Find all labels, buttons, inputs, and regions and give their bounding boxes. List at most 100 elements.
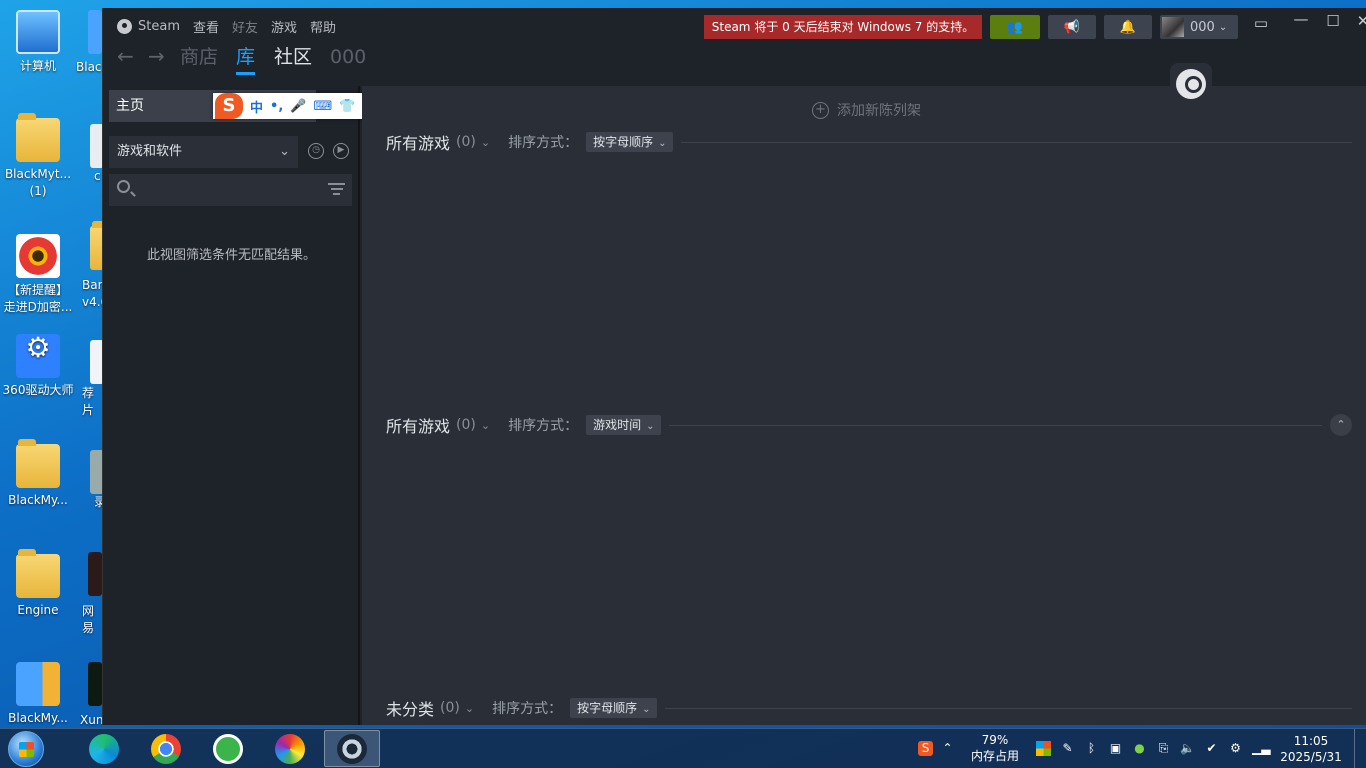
desktop-icon-image[interactable]: 【新提醒】 走进D加密...: [0, 234, 76, 316]
desktop-icon-peek[interactable]: [88, 10, 102, 54]
taskbar-app-steam[interactable]: [324, 730, 380, 767]
menu-steam[interactable]: Steam: [138, 19, 180, 34]
maximize-button[interactable]: ☐: [1323, 12, 1343, 30]
windows-flag-icon[interactable]: [1036, 741, 1051, 756]
tab-user-profile[interactable]: 000: [330, 44, 366, 70]
shelf-divider: [669, 424, 1322, 426]
show-desktop-button[interactable]: [1354, 729, 1366, 768]
desktop-icon-folder[interactable]: BlackMy...: [0, 439, 76, 509]
play-icon[interactable]: ▶: [333, 143, 349, 159]
desktop-icon-label: Engine: [17, 603, 59, 617]
forward-button[interactable]: →: [148, 44, 165, 68]
account-menu-button[interactable]: 000 ⌄: [1160, 15, 1238, 39]
folder-icon: [16, 439, 60, 488]
steam-overlay-badge[interactable]: [1170, 63, 1212, 105]
search-input[interactable]: [139, 178, 319, 202]
tab-store[interactable]: 商店: [180, 44, 218, 70]
minimize-button[interactable]: —: [1291, 10, 1311, 28]
taskbar-app-colorful[interactable]: [262, 730, 318, 767]
desktop-icon-360-driver[interactable]: 360驱动大师: [0, 334, 76, 399]
folder-icon: [16, 113, 60, 162]
steam-window: Steam 查看 好友 游戏 帮助 Steam 将于 0 天后结束对 Windo…: [102, 8, 1366, 725]
ime-punctuation-toggle[interactable]: •,: [270, 99, 283, 114]
tool-tray-icon[interactable]: ✎: [1060, 741, 1075, 756]
desktop-icon-label: BlackMy...: [8, 711, 68, 725]
bluetooth-icon[interactable]: ᛒ: [1084, 741, 1099, 756]
browser-e-icon: [213, 733, 243, 764]
win7-support-notice[interactable]: Steam 将于 0 天后结束对 Windows 7 的支持。: [704, 15, 982, 39]
sort-dropdown[interactable]: 按字母顺序 ⌄: [570, 698, 658, 718]
sogou-tray-icon[interactable]: S: [918, 741, 933, 756]
advanced-filter-icon[interactable]: [328, 183, 345, 198]
edge-icon: [89, 733, 119, 764]
taskbar-app-chrome[interactable]: [138, 730, 194, 767]
folder-icon: [16, 549, 60, 598]
memory-percent: 79%: [981, 733, 1009, 747]
menu-friends[interactable]: 好友: [232, 17, 258, 36]
sogou-logo-icon[interactable]: S: [215, 93, 243, 119]
volume-icon[interactable]: 🔈: [1180, 741, 1195, 756]
announcements-button[interactable]: 📢: [1048, 15, 1096, 39]
start-button[interactable]: [8, 731, 44, 767]
sort-dropdown[interactable]: 按字母顺序 ⌄: [586, 132, 674, 152]
steam-tray-icon[interactable]: ⚙: [1228, 741, 1243, 756]
steam-icon: [337, 733, 367, 764]
desktop-icon-peek[interactable]: [88, 552, 102, 596]
chevron-down-icon[interactable]: ⌄: [481, 419, 490, 432]
ime-mode-toggle[interactable]: 中: [250, 97, 263, 116]
memory-usage[interactable]: 79% 内存占用: [962, 729, 1028, 768]
taskbar-app-ie[interactable]: [200, 730, 256, 767]
chevron-down-icon[interactable]: ⌄: [465, 702, 474, 715]
menu-view[interactable]: 查看: [193, 17, 219, 36]
menu-help[interactable]: 帮助: [310, 17, 336, 36]
big-picture-button[interactable]: ▭: [1251, 14, 1271, 32]
sort-label: 排序方式：: [492, 701, 563, 717]
back-button[interactable]: ←: [117, 44, 134, 68]
desktop-icon-peek-label: Xun: [80, 713, 102, 727]
desktop-icon-archive[interactable]: BlackMy...: [0, 662, 76, 727]
shelf-title[interactable]: 所有游戏: [386, 130, 450, 154]
filter-label: 游戏和软件: [117, 144, 183, 159]
library-main: + 添加新陈列架 所有游戏 (0) ⌄ 排序方式： 按字母顺序 ⌄ 所有游戏 (0…: [362, 86, 1366, 725]
shelf-title[interactable]: 未分类: [386, 696, 434, 720]
desktop-icon-peek-label: 网易: [82, 604, 95, 635]
pinwheel-icon: [275, 733, 305, 764]
search-icon: [117, 180, 130, 193]
ime-keyboard-button[interactable]: ⌨: [313, 99, 332, 114]
clock[interactable]: 11:05 2025/5/31: [1276, 729, 1346, 768]
friends-button[interactable]: 👥: [990, 15, 1040, 39]
desktop-icon-computer[interactable]: 计算机: [0, 10, 76, 75]
desktop-icon-label: 计算机: [19, 59, 56, 73]
notifications-button[interactable]: 🔔: [1104, 15, 1152, 39]
taskbar-app-edge[interactable]: [76, 730, 132, 767]
desktop-icon-peek[interactable]: [88, 662, 102, 706]
sort-dropdown[interactable]: 游戏时间 ⌄: [586, 415, 662, 435]
ime-skin-button[interactable]: 👕: [339, 99, 355, 114]
clock-date: 2025/5/31: [1280, 750, 1342, 764]
check-tray-icon[interactable]: ✔: [1204, 741, 1219, 756]
sort-label: 排序方式：: [508, 135, 579, 151]
security-tray-icon[interactable]: ●: [1132, 741, 1147, 756]
desktop-icon-folder[interactable]: BlackMyt... (1): [0, 113, 76, 200]
tab-library[interactable]: 库: [236, 44, 256, 75]
chrome-icon: [151, 733, 181, 764]
close-button[interactable]: ✕: [1353, 12, 1366, 30]
chevron-down-icon[interactable]: ⌄: [481, 136, 490, 149]
desktop-icon-peek-label: 荐片: [82, 386, 95, 417]
collection-filter-dropdown[interactable]: 游戏和软件 ⌄: [109, 136, 298, 168]
shelf-title[interactable]: 所有游戏: [386, 413, 450, 437]
tray-expand-icon[interactable]: ⌃: [940, 741, 955, 756]
menu-games[interactable]: 游戏: [271, 17, 297, 36]
desktop-icon-folder[interactable]: Engine: [0, 549, 76, 619]
ime-voice-button[interactable]: 🎤: [290, 99, 306, 114]
display-tray-icon[interactable]: ▣: [1108, 741, 1123, 756]
collapse-shelf-button[interactable]: ⌃: [1330, 414, 1352, 436]
network-signal-icon[interactable]: ▁▃: [1252, 741, 1270, 756]
add-shelf-button[interactable]: + 添加新陈列架: [812, 100, 921, 120]
recent-clock-icon[interactable]: ◷: [308, 143, 324, 159]
close-icon: ✕: [1357, 12, 1366, 30]
desktop-icon-peek-label: Blac: [76, 60, 102, 74]
sort-value: 按字母顺序: [593, 135, 654, 149]
usb-tray-icon[interactable]: ⎘: [1156, 741, 1171, 756]
tab-community[interactable]: 社区: [274, 44, 312, 70]
